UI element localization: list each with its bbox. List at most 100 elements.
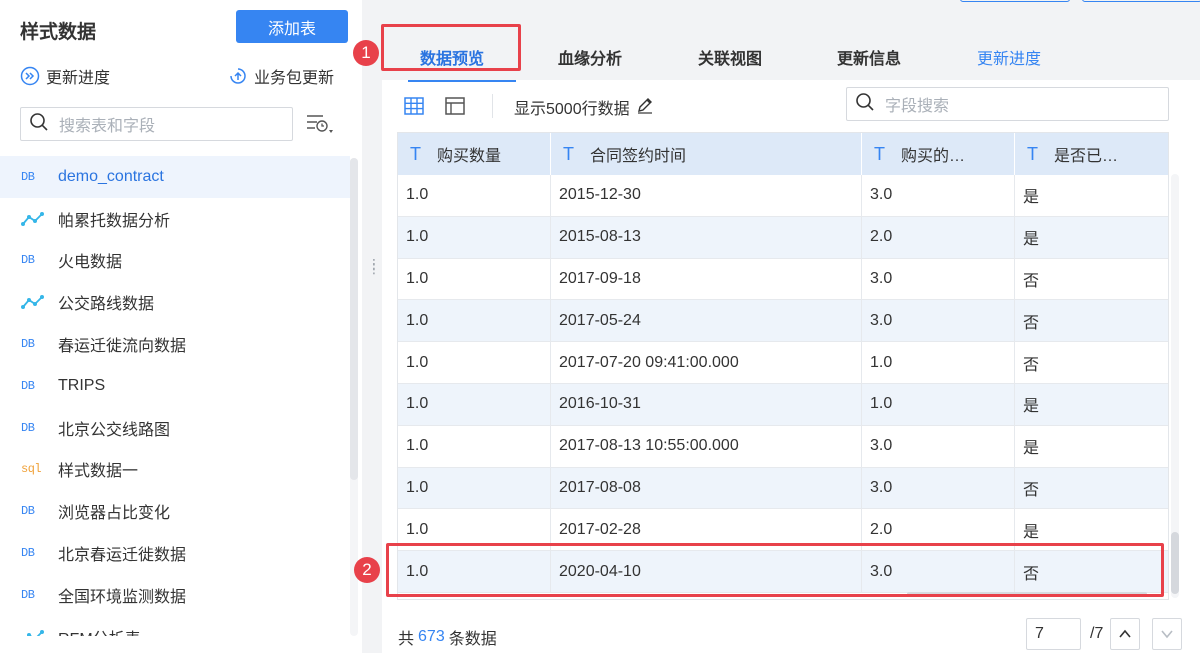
tab-lineage[interactable]: 血缘分析: [558, 45, 622, 69]
list-item-label: 全国环境监测数据: [58, 588, 187, 606]
chevron-down-icon: [1161, 630, 1173, 639]
edit-icon[interactable]: [636, 96, 654, 119]
table-cell: 1.0: [398, 342, 551, 383]
table-row: 1.0 2017-09-18 3.0 否: [398, 258, 1168, 301]
db-icon: DB: [21, 378, 35, 393]
search-placeholder: 搜索表和字段: [59, 118, 156, 135]
package-update-link[interactable]: 业务包更新: [228, 64, 334, 88]
list-item[interactable]: 帕累托数据分析: [0, 198, 350, 240]
table-cell: 3.0: [862, 425, 1015, 467]
update-progress-link[interactable]: 更新进度: [20, 64, 110, 88]
analysis-icon: [0, 294, 44, 310]
list-item-label: 春运迁徙流向数据: [58, 338, 187, 356]
table-cell: 3.0: [862, 258, 1015, 300]
column-header-label: 是否已…: [1054, 148, 1119, 165]
table-cell: 否: [1023, 272, 1040, 290]
tab-relation-view[interactable]: 关联视图: [698, 45, 762, 69]
list-item[interactable]: DB 全国环境监测数据: [0, 574, 350, 616]
table-cell: 是: [1023, 440, 1040, 458]
search-icon: [855, 92, 875, 117]
list-item[interactable]: DB 北京公交线路图: [0, 407, 350, 449]
table-cell: 1.0: [862, 342, 1015, 383]
progress-icon: [20, 66, 40, 86]
column-header[interactable]: T 购买的…: [862, 133, 1015, 175]
record-count-suffix: 条数据: [448, 631, 497, 648]
list-item[interactable]: DB 春运迁徙流向数据: [0, 323, 350, 365]
table-row: 1.0 2017-07-20 09:41:00.000 1.0 否: [398, 342, 1168, 384]
previous-page-button[interactable]: [1110, 618, 1140, 650]
column-header-label: 购买数量: [437, 148, 502, 165]
app-root: 样式数据 添加表 更新进度 业务包更新 搜索表和字段 DB demo_contr…: [0, 0, 1200, 653]
add-table-button[interactable]: 添加表: [236, 10, 348, 43]
sidebar-scrollbar[interactable]: [350, 158, 358, 480]
db-icon: DB: [21, 337, 35, 352]
table-cell: 2017-07-20 09:41:00.000: [551, 342, 862, 383]
db-icon: DB: [21, 504, 35, 519]
filter-sort-icon[interactable]: [305, 110, 335, 138]
data-table: T 购买数量 T 合同签约时间 T 购买的… T 是否已… 1.0 2015-12-30 3…: [397, 132, 1169, 600]
page-total: /7: [1090, 625, 1104, 642]
table-cell: 是: [1023, 189, 1040, 207]
step-badge-2: 2: [354, 557, 380, 583]
list-item[interactable]: DB demo_contract: [0, 156, 350, 198]
table-cell: 2016-10-31: [551, 383, 862, 425]
list-item[interactable]: sql 样式数据一: [0, 449, 350, 491]
db-icon: DB: [21, 253, 35, 268]
row-limit-label: 显示5000行数据: [514, 101, 630, 118]
table-cell: 2015-12-30: [551, 175, 862, 216]
top-button-1[interactable]: [960, 0, 1070, 2]
table-cell: 否: [1023, 356, 1040, 374]
list-item-label: 浏览器占比变化: [58, 505, 171, 523]
row-limit-setting[interactable]: 显示5000行数据: [514, 95, 654, 119]
resize-handle-icon[interactable]: ⋮ ⋮: [367, 257, 381, 275]
table-search-input[interactable]: 搜索表和字段: [20, 107, 293, 141]
table-cell: 2017-09-18: [551, 258, 862, 300]
table-row: 1.0 2017-08-08 3.0 否: [398, 467, 1168, 510]
top-button-2[interactable]: [1082, 0, 1200, 2]
tab-update-progress[interactable]: 更新进度: [977, 45, 1041, 69]
table-cell: 3.0: [862, 175, 1015, 216]
list-item[interactable]: DB 浏览器占比变化: [0, 490, 350, 532]
tab-update-info[interactable]: 更新信息: [837, 45, 901, 69]
layout-view-icon[interactable]: [444, 95, 466, 117]
list-item[interactable]: DB 火电数据: [0, 240, 350, 282]
column-header[interactable]: T 购买数量: [398, 133, 551, 175]
active-tab-indicator: [408, 80, 516, 82]
list-item[interactable]: DB 北京春运迁徙数据: [0, 532, 350, 574]
chevron-up-icon: [1119, 629, 1131, 638]
table-cell: 2017-05-24: [551, 300, 862, 342]
table-cell: 2017-08-13 10:55:00.000: [551, 425, 862, 467]
grid-view-icon[interactable]: [403, 95, 425, 117]
table-cell: 2015-08-13: [551, 216, 862, 258]
table-cell: 1.0: [398, 300, 551, 342]
list-item[interactable]: DB TRIPS: [0, 365, 350, 407]
column-header[interactable]: T 是否已…: [1015, 133, 1168, 175]
highlight-box-preview-tab: [381, 24, 521, 71]
table-vertical-scrollbar[interactable]: [1171, 532, 1179, 594]
update-progress-label: 更新进度: [46, 70, 111, 87]
list-item-label: RFM分析表: [58, 625, 141, 636]
field-search-input[interactable]: 字段搜索: [846, 87, 1169, 121]
upload-icon: [228, 66, 248, 86]
table-row: 1.0 2015-12-30 3.0 是: [398, 175, 1168, 217]
record-count-value: 673: [418, 628, 445, 645]
list-item-label: 北京公交线路图: [58, 421, 171, 439]
table-cell: 3.0: [862, 300, 1015, 342]
field-search-placeholder: 字段搜索: [885, 98, 950, 115]
table-cell: 否: [1023, 481, 1040, 499]
page-number-input[interactable]: 7: [1026, 618, 1081, 650]
list-item-label: 北京春运迁徙数据: [58, 547, 187, 565]
list-item-label: TRIPS: [58, 376, 106, 394]
table-cell: 1.0: [398, 425, 551, 467]
list-item[interactable]: 公交路线数据: [0, 281, 350, 323]
column-header[interactable]: T 合同签约时间: [551, 133, 862, 175]
list-item[interactable]: RFM分析表: [0, 616, 350, 636]
table-body: 1.0 2015-12-30 3.0 是 1.0 2015-08-13 2.0 是 1.0 2…: [398, 175, 1168, 593]
db-icon: DB: [21, 546, 35, 561]
db-icon: DB: [21, 169, 35, 184]
text-type-icon: T: [1027, 143, 1038, 164]
next-page-button[interactable]: [1152, 618, 1182, 650]
sql-icon: sql: [21, 462, 42, 477]
table-row: 1.0 2015-08-13 2.0 是: [398, 216, 1168, 259]
panel-divider[interactable]: [362, 0, 382, 653]
